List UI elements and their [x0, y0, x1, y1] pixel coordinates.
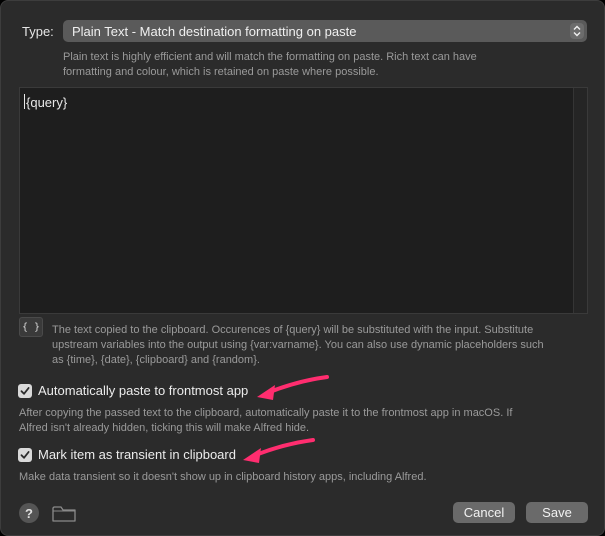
checkmark-icon	[20, 450, 30, 459]
annotation-arrow-icon	[243, 438, 315, 463]
editor-scrollbar[interactable]	[573, 88, 587, 313]
save-button[interactable]: Save	[526, 502, 588, 523]
type-select[interactable]: Plain Text - Match destination formattin…	[63, 20, 587, 42]
auto-paste-hint: After copying the passed text to the cli…	[19, 407, 513, 434]
text-caret	[24, 94, 25, 109]
type-select-value: Plain Text - Match destination formattin…	[72, 23, 357, 39]
transient-hint: Make data transient so it doesn't show u…	[19, 471, 427, 483]
text-editor[interactable]: {query}	[19, 87, 588, 314]
type-label: Type:	[22, 24, 54, 39]
cancel-button[interactable]: Cancel	[453, 502, 515, 523]
annotation-arrow-icon	[257, 375, 329, 400]
auto-paste-label[interactable]: Automatically paste to frontmost app	[38, 383, 248, 398]
folder-icon	[52, 506, 76, 522]
type-hint: Plain text is highly efficient and will …	[63, 51, 477, 78]
transient-checkbox[interactable]	[18, 447, 32, 462]
checkmark-icon	[20, 386, 30, 395]
transient-option[interactable]: Mark item as transient in clipboard	[18, 447, 236, 462]
chevron-up-down-icon	[570, 23, 584, 39]
auto-paste-checkbox[interactable]	[18, 383, 32, 398]
placeholder-button[interactable]: { }	[19, 317, 43, 337]
configuration-window: Type: Plain Text - Match destination for…	[0, 0, 605, 536]
help-button[interactable]: ?	[19, 503, 39, 523]
editor-content[interactable]: {query}	[26, 95, 67, 110]
transient-label[interactable]: Mark item as transient in clipboard	[38, 447, 236, 462]
editor-hint: The text copied to the clipboard. Occure…	[52, 324, 544, 366]
question-circle-icon: ?	[25, 505, 33, 521]
auto-paste-option[interactable]: Automatically paste to frontmost app	[18, 383, 248, 398]
folder-button[interactable]	[51, 504, 77, 524]
